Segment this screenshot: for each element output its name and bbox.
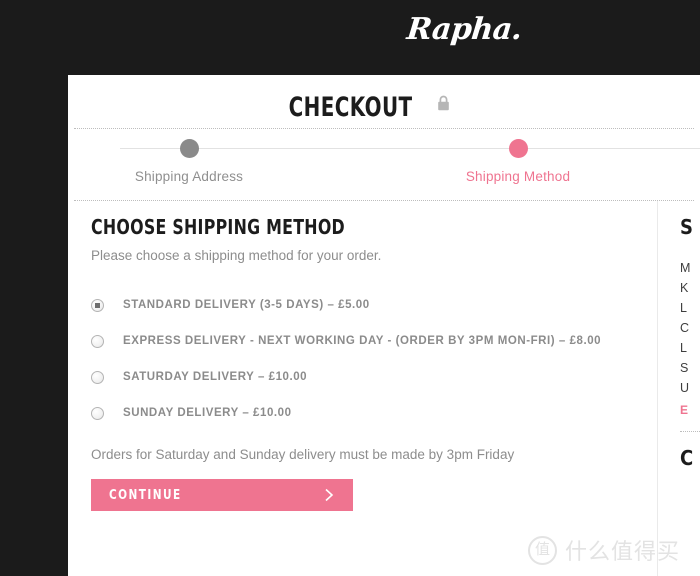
aside-second-heading: C <box>680 446 694 470</box>
aside-address-line: L <box>680 301 687 315</box>
shipping-options-list: STANDARD DELIVERY (3-5 DAYS) – £5.00 EXP… <box>91 287 636 431</box>
label-express-delivery: EXPRESS DELIVERY - NEXT WORKING DAY - (O… <box>123 335 602 347</box>
section-subtext: Please choose a shipping method for your… <box>91 248 382 263</box>
radio-saturday-delivery[interactable] <box>91 370 104 384</box>
shipping-option-sunday[interactable]: SUNDAY DELIVERY – £10.00 <box>91 395 636 431</box>
divider-under-title <box>74 128 694 129</box>
lock-icon <box>437 95 450 116</box>
label-standard-delivery: STANDARD DELIVERY (3-5 DAYS) – £5.00 <box>123 299 370 311</box>
label-saturday-delivery: SATURDAY DELIVERY – £10.00 <box>123 371 308 383</box>
aside-edit-link[interactable]: E <box>680 403 700 417</box>
aside-address-block: M K L C L S U <box>680 261 700 395</box>
aside-address-line: L <box>680 341 687 355</box>
rapha-logo[interactable]: Rapha. <box>405 12 523 47</box>
section-heading: CHOOSE SHIPPING METHOD <box>91 215 345 239</box>
checkout-title-row: CHECKOUT <box>68 92 657 123</box>
radio-express-delivery[interactable] <box>91 334 104 348</box>
step-dot-shipping-method <box>508 139 528 158</box>
aside-address-line: K <box>680 281 689 295</box>
shipping-option-express[interactable]: EXPRESS DELIVERY - NEXT WORKING DAY - (O… <box>91 323 636 359</box>
aside-address-line: M <box>680 261 691 275</box>
shipping-option-standard[interactable]: STANDARD DELIVERY (3-5 DAYS) – £5.00 <box>91 287 636 323</box>
site-header: Rapha. <box>0 0 700 75</box>
progress-step-shipping-method[interactable]: Shipping Method <box>428 137 608 184</box>
checkout-progress-steps: Shipping Address Shipping Method <box>68 137 700 195</box>
shipping-method-section: CHOOSE SHIPPING METHOD Please choose a s… <box>91 215 636 511</box>
aside-address-line: U <box>680 381 690 395</box>
continue-button[interactable]: CONTINUE <box>91 479 353 511</box>
aside-address-line: S <box>680 361 689 375</box>
divider-under-steps <box>74 200 694 201</box>
chevron-right-icon <box>324 488 335 502</box>
progress-step-shipping-address[interactable]: Shipping Address <box>99 137 279 184</box>
order-summary-aside: S M K L C L S U E C <box>680 215 700 470</box>
checkout-panel: CHECKOUT Shipping Address Shipping Metho… <box>68 75 700 576</box>
aside-address-line: C <box>680 321 690 335</box>
label-sunday-delivery: SUNDAY DELIVERY – £10.00 <box>123 407 292 419</box>
page-title: CHECKOUT <box>288 92 413 123</box>
aside-divider <box>680 431 700 432</box>
step-label-shipping-address: Shipping Address <box>134 169 244 184</box>
step-label-shipping-method: Shipping Method <box>465 169 571 184</box>
radio-sunday-delivery[interactable] <box>91 406 104 420</box>
delivery-note: Orders for Saturday and Sunday delivery … <box>91 447 515 462</box>
column-divider <box>657 201 658 576</box>
radio-standard-delivery[interactable] <box>91 298 104 312</box>
aside-heading: S <box>680 215 694 239</box>
step-dot-shipping-address <box>179 139 199 158</box>
shipping-option-saturday[interactable]: SATURDAY DELIVERY – £10.00 <box>91 359 636 395</box>
continue-button-label: CONTINUE <box>109 487 182 503</box>
